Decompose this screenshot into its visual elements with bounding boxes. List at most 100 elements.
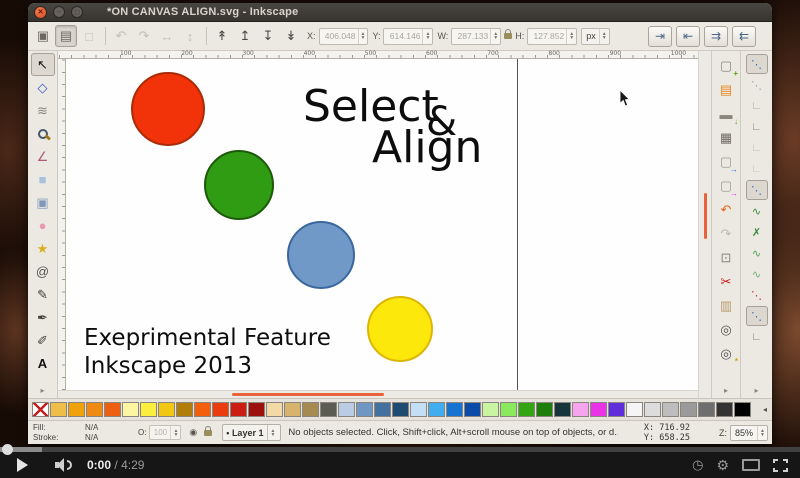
layer-lock-icon[interactable] (204, 430, 212, 436)
align-button-4-button[interactable]: ⇇ (732, 26, 756, 47)
swatch-#cb1d12[interactable] (230, 402, 247, 417)
horizontal-scroll-thumb[interactable] (232, 393, 384, 396)
play-button[interactable] (17, 458, 28, 472)
swatch-#ef5f12[interactable] (104, 402, 121, 417)
swatch-#dcdcdc[interactable] (644, 402, 661, 417)
swatch-#9a9a9a[interactable] (680, 402, 697, 417)
export-button[interactable]: ▢→ (715, 175, 737, 197)
duplicate-button[interactable]: ⊡ (715, 247, 737, 269)
opacity-spinner[interactable]: ▲▼ (170, 426, 180, 439)
horizontal-ruler[interactable]: 1002003004005006007008009001000 (58, 51, 698, 59)
pen-tool[interactable]: ✒ (31, 306, 55, 329)
swatch-#333333[interactable] (716, 402, 733, 417)
flip-vertical-button[interactable]: ↕ (179, 25, 201, 47)
opacity-input[interactable] (150, 428, 170, 437)
zoom-input[interactable] (731, 428, 757, 438)
swatch-#1673d1[interactable] (446, 402, 463, 417)
rotate-cw-button[interactable]: ↷ (133, 25, 155, 47)
swatch-#eebe49[interactable] (50, 402, 67, 417)
zoom-spinner[interactable]: ▲▼ (757, 426, 767, 440)
lower-button[interactable]: ↧ (257, 25, 279, 47)
selector-tool[interactable]: ↖ (31, 53, 55, 76)
swatch-#7096c4[interactable] (356, 402, 373, 417)
node-tool[interactable]: ◇ (31, 76, 55, 99)
swatch-#8be95e[interactable] (500, 402, 517, 417)
flip-horizontal-button[interactable]: ↔ (156, 25, 178, 47)
snap-bbox-corners-button[interactable]: ∟ (746, 117, 768, 137)
swatch-#c3def7[interactable] (410, 402, 427, 417)
select-all-layers-button[interactable]: ▤ (55, 25, 77, 47)
swatch-#ea33e7[interactable] (590, 402, 607, 417)
swatch-#c9f5a2[interactable] (482, 402, 499, 417)
align-button-1-button[interactable]: ⇥ (648, 26, 672, 47)
deselect-button[interactable]: □ (78, 25, 100, 47)
swatch-#f2c713[interactable] (158, 402, 175, 417)
watch-later-icon[interactable]: ◷ (692, 457, 703, 473)
volume-button[interactable] (55, 457, 75, 473)
paste-button[interactable]: ▥ (715, 295, 737, 317)
layer-visibility-icon[interactable]: ◉ (189, 427, 197, 438)
layer-selector[interactable]: • Layer 1 ▲▼ (222, 424, 281, 441)
fill-stroke-indicator[interactable]: Fill:N/A Stroke:N/A (28, 423, 138, 443)
vertical-ruler[interactable] (58, 59, 66, 390)
swatch-#f0a10c[interactable] (68, 402, 85, 417)
canvas-text-caption-1[interactable]: Exeprimental Feature (84, 325, 331, 351)
x-input[interactable] (320, 31, 358, 41)
select-all-button[interactable]: ▣ (32, 25, 54, 47)
raise-to-top-button[interactable]: ↟ (211, 25, 233, 47)
swatch-#fbee3e[interactable] (140, 402, 157, 417)
blue-circle[interactable] (287, 221, 355, 289)
maximize-button[interactable]: ◻ (71, 6, 83, 18)
snap-bbox-edges-button[interactable]: ∟ (746, 96, 768, 116)
swatch-#a58a52[interactable] (302, 402, 319, 417)
swatch-#f3d9a5[interactable] (266, 402, 283, 417)
snap-bbox-edge-midpoints-button[interactable]: ∟ (746, 138, 768, 158)
snap-path-intersections-button[interactable]: ✗ (746, 222, 768, 242)
align-button-3-button[interactable]: ⇉ (704, 26, 728, 47)
vertical-scrollbar[interactable] (698, 51, 711, 398)
unit-spinner[interactable]: ▲▼ (599, 29, 609, 44)
swatch-#5c5c52[interactable] (320, 402, 337, 417)
y-spinner[interactable]: ▲▼ (422, 29, 432, 44)
height-input[interactable] (528, 31, 566, 41)
box3d-tool[interactable]: ▣ (31, 191, 55, 214)
calligraphy-tool[interactable]: ✐ (31, 329, 55, 352)
raise-button[interactable]: ↥ (234, 25, 256, 47)
undo-button[interactable]: ↶ (715, 199, 737, 221)
spiral-tool[interactable]: @ (31, 260, 55, 283)
new-document-button[interactable]: ▢+ (715, 55, 737, 77)
snap-midpoints-button[interactable]: ⋱ (746, 285, 768, 305)
zoom-selection-button[interactable]: ◎ (715, 319, 737, 341)
swatch-#6e6e6e[interactable] (698, 402, 715, 417)
vertical-scroll-thumb[interactable] (704, 193, 707, 239)
swatch-#b07e09[interactable] (176, 402, 193, 417)
palette-scroll-icon[interactable]: ◂ (763, 405, 767, 414)
yellow-circle[interactable] (367, 296, 433, 362)
swatch-#fcf6a2[interactable] (122, 402, 139, 417)
snap-cusp-nodes-button[interactable]: ∿ (746, 243, 768, 263)
save-document-button[interactable]: ▬↓ (715, 103, 737, 125)
more-snaps-icon[interactable]: ▸ (741, 386, 772, 395)
print-button[interactable]: ▦ (715, 127, 737, 149)
red-circle[interactable] (131, 72, 205, 146)
swatch-#44719f[interactable] (374, 402, 391, 417)
snap-smooth-nodes-button[interactable]: ∿ (746, 264, 768, 284)
snap-others-button[interactable]: ⋱ (746, 306, 768, 326)
align-button-2-button[interactable]: ⇤ (676, 26, 700, 47)
import-button[interactable]: ▢→ (715, 151, 737, 173)
swatch-#f7a4ef[interactable] (572, 402, 589, 417)
canvas-text-align[interactable]: Align (372, 122, 482, 173)
measure-tool[interactable]: ∠ (31, 145, 55, 168)
swatch-#0c4ba8[interactable] (464, 402, 481, 417)
lower-to-bottom-button[interactable]: ↡ (280, 25, 302, 47)
canvas[interactable]: Select & Align Exeprimental Feature Inks… (66, 59, 698, 390)
swatch-#1e7e0a[interactable] (536, 402, 553, 417)
pencil-tool[interactable]: ✎ (31, 283, 55, 306)
swatch-#41acf0[interactable] (428, 402, 445, 417)
more-tools-icon[interactable]: ▸ (28, 386, 57, 395)
x-spinner[interactable]: ▲▼ (358, 29, 368, 44)
swatch-#f2600d[interactable] (194, 402, 211, 417)
minimize-button[interactable]: − (53, 6, 65, 18)
swatch-#bdbdbd[interactable] (662, 402, 679, 417)
swatch-none[interactable] (32, 402, 49, 417)
